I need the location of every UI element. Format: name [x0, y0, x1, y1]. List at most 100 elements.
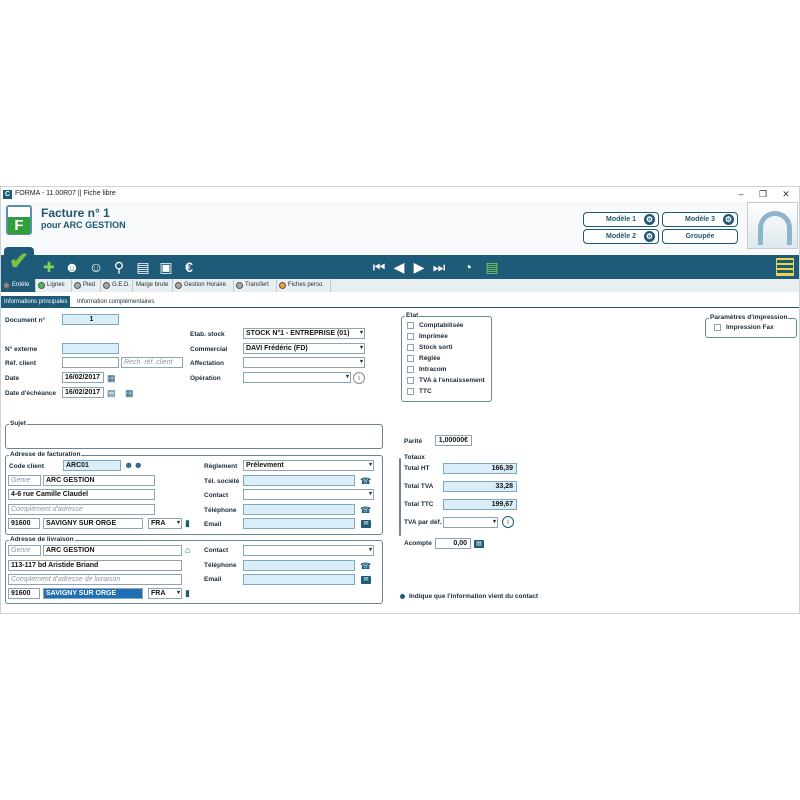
validate-check-icon[interactable]: ✔ [4, 247, 34, 277]
operation-select[interactable]: ▾ [243, 372, 351, 383]
address-book-icon[interactable]: ▮ [185, 588, 190, 598]
delivery-city-field[interactable]: SAVIGNY SUR ORGE [43, 588, 143, 599]
tel-societe-field[interactable] [243, 475, 355, 486]
stock-select[interactable]: STOCK N°1 - ENTREPRISE (01) ▾ [243, 328, 365, 339]
billing-street-field[interactable]: 4-6 rue Camille Claudel [8, 489, 155, 500]
sujet-group[interactable]: Sujet [5, 420, 383, 449]
phone-icon[interactable]: ☎ [360, 476, 371, 486]
gear-icon[interactable]: ⚙ [644, 214, 655, 225]
billing-email-field[interactable] [243, 518, 355, 529]
pie-chart-icon[interactable]: ◔ [460, 258, 476, 276]
intracom-checkbox[interactable] [407, 366, 414, 373]
subtab-infos-complementaires[interactable]: Information complémentaires [74, 296, 157, 308]
money-icon[interactable]: ▤ [474, 540, 484, 548]
delivery-street-field[interactable]: 113-117 bd Aristide Briand [8, 560, 182, 571]
tab-fiches-perso[interactable]: Fiches perso. [277, 279, 331, 292]
tab-entete[interactable]: Entête [1, 279, 36, 292]
billing-country-select[interactable]: FRA ▾ [148, 518, 182, 529]
next-record-icon[interactable]: ▶ [411, 258, 427, 276]
users-icon[interactable]: ☻☻ [124, 460, 143, 470]
parite-field[interactable]: 1,00000€ [435, 435, 472, 446]
client-ref-search-field[interactable]: Rech. réf. client [121, 357, 183, 368]
model2-button[interactable]: Modèle 2 ⚙ [583, 229, 659, 244]
billing-city-field[interactable]: SAVIGNY SUR ORGE [43, 518, 143, 529]
client-code-field[interactable]: ARC01 [63, 460, 121, 471]
phone-icon[interactable]: ☎ [360, 505, 371, 515]
billing-zip-field[interactable]: 91600 [8, 518, 40, 529]
gear-icon[interactable]: ⚙ [723, 214, 734, 225]
tab-ged[interactable]: G.E.D. [101, 279, 133, 292]
model3-button[interactable]: Modèle 3 ⚙ [662, 212, 738, 227]
sujet-title: Sujet [9, 420, 27, 427]
info-icon[interactable]: i [502, 516, 514, 528]
email-icon[interactable]: ✉ [361, 520, 371, 528]
address-book-icon[interactable]: ▮ [185, 518, 190, 528]
user-search-icon[interactable]: ☺ [87, 258, 105, 276]
close-button[interactable]: ✕ [776, 188, 796, 200]
stock-sorti-checkbox[interactable] [407, 344, 414, 351]
delivery-country-select[interactable]: FRA ▾ [148, 588, 182, 599]
client-code-label: Code client [9, 463, 45, 470]
last-record-icon[interactable]: ⏭ [431, 258, 447, 276]
external-number-field[interactable] [62, 343, 119, 354]
date-field[interactable]: 16/02/2017 [62, 372, 104, 383]
delivery-complement-field[interactable]: Complément d'adresse de livraison [8, 574, 182, 585]
delivery-genre-field[interactable]: Genre [8, 545, 41, 556]
reglee-checkbox[interactable] [407, 355, 414, 362]
ttc-checkbox[interactable] [407, 388, 414, 395]
billing-contact-select[interactable]: ▾ [243, 489, 374, 500]
affectation-select[interactable]: ▾ [243, 357, 365, 368]
tab-marge-brute[interactable]: Marge brute [133, 279, 173, 292]
gear-icon[interactable]: ⚙ [644, 231, 655, 242]
billing-phone-field[interactable] [243, 504, 355, 515]
delivery-email-field[interactable] [243, 574, 355, 585]
commercial-label: Commercial [190, 346, 228, 353]
acompte-field[interactable]: 0,00 [435, 538, 471, 549]
imprimee-checkbox[interactable] [407, 333, 414, 340]
subtab-infos-principales[interactable]: Informations principales [1, 296, 71, 308]
fax-checkbox[interactable] [714, 324, 721, 331]
tva-encaissement-checkbox[interactable] [407, 377, 414, 384]
info-icon[interactable]: i [353, 372, 365, 384]
search-icon[interactable]: ⚲ [111, 258, 127, 276]
tab-pied[interactable]: Pied [72, 279, 101, 292]
client-ref-field[interactable] [62, 357, 119, 368]
billing-complement-field[interactable]: Complément d'adresse [8, 504, 155, 515]
billing-name-field[interactable]: ARC GESTION [43, 475, 155, 486]
delivery-zip-field[interactable]: 91600 [8, 588, 40, 599]
document-number-field[interactable]: 1 [62, 314, 119, 325]
user-icon[interactable]: ☻ [63, 258, 81, 276]
tva-default-select[interactable]: ▾ [443, 517, 498, 528]
delivery-contact-select[interactable]: ▾ [243, 545, 374, 556]
grouped-button[interactable]: Groupée [662, 229, 738, 244]
fax-label: Impression Fax [726, 324, 774, 331]
minimize-button[interactable]: – [731, 188, 751, 200]
billing-phone-label: Téléphone [204, 507, 237, 514]
maximize-button[interactable]: ❐ [753, 188, 773, 200]
email-icon[interactable]: ✉ [361, 576, 371, 584]
first-record-icon[interactable]: ⏮ [371, 258, 387, 276]
commercial-select[interactable]: DAVI Frédéric (FD) ▾ [243, 343, 365, 354]
euro-icon[interactable]: € [181, 258, 197, 276]
menu-grid-icon[interactable] [776, 258, 794, 276]
delivery-phone-field[interactable] [243, 560, 355, 571]
phone-icon[interactable]: ☎ [360, 561, 371, 571]
previous-record-icon[interactable]: ◀ [391, 258, 407, 276]
home-icon[interactable]: ⌂ [185, 545, 190, 555]
report-icon[interactable]: ▤ [484, 258, 500, 276]
model1-button[interactable]: Modèle 1 ⚙ [583, 212, 659, 227]
tab-lignes[interactable]: Lignes [36, 279, 72, 292]
delivery-name-field[interactable]: ARC GESTION [43, 545, 182, 556]
calendar-grid-icon[interactable]: ▦ [125, 388, 134, 398]
image-search-icon[interactable]: ▣ [158, 258, 174, 276]
document-search-icon[interactable]: ▤ [135, 258, 151, 276]
tab-gestion-horaire[interactable]: Gestion Horaire [173, 279, 234, 292]
due-date-field[interactable]: 16/02/2017 [62, 387, 104, 398]
comptabilisee-checkbox[interactable] [407, 322, 414, 329]
tab-transfert[interactable]: Transfert [234, 279, 277, 292]
billing-genre-field[interactable]: Genre [8, 475, 41, 486]
new-document-icon[interactable]: ✚ [41, 258, 57, 276]
calendar-icon[interactable]: ▦ [107, 373, 116, 383]
reglement-select[interactable]: Prélevment ▾ [243, 460, 374, 471]
calculator-icon[interactable]: ▤ [107, 388, 116, 398]
